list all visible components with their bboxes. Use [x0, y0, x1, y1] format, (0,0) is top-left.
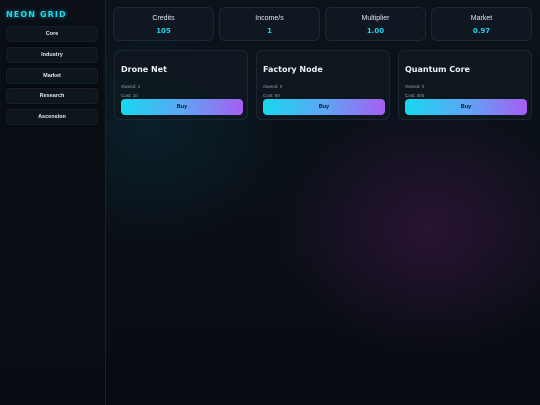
stat-value: 1 — [267, 27, 272, 35]
building-cost: Cost: 60 — [263, 93, 280, 98]
building-name: Drone Net — [121, 65, 167, 74]
nav-menu: Core Industry Market Research Ascension — [6, 26, 98, 130]
building-card-drone-net: Drone Net Owned: 1 Cost: 10 Buy — [114, 50, 248, 120]
nav-item-ascension[interactable]: Ascension — [6, 109, 98, 126]
sidebar: NEON GRID Core Industry Market Research … — [0, 0, 106, 405]
nav-item-research[interactable]: Research — [6, 88, 98, 105]
building-name: Quantum Core — [405, 65, 470, 74]
stat-value: 105 — [156, 27, 171, 35]
building-owned: Owned: 0 — [405, 84, 425, 89]
stat-card-multiplier: Multiplier 1.00 — [325, 7, 426, 41]
building-cost: Cost: 10 — [121, 93, 138, 98]
buy-button[interactable]: Buy — [405, 99, 527, 115]
building-card-factory-node: Factory Node Owned: 0 Cost: 60 Buy — [256, 50, 390, 120]
app-logo-title: NEON GRID — [6, 10, 67, 19]
nav-item-industry[interactable]: Industry — [6, 46, 98, 63]
game-screen: NEON GRID Core Industry Market Research … — [0, 0, 540, 405]
stat-label: Market — [470, 15, 493, 22]
nav-item-core[interactable]: Core — [6, 26, 98, 42]
stat-value: 1.00 — [366, 27, 385, 35]
stat-card-income: Income/s 1 — [219, 7, 320, 41]
nav-item-market[interactable]: Market — [6, 67, 98, 84]
stat-card-market: Market 0.97 — [431, 7, 532, 41]
stat-label: Credits — [152, 15, 175, 22]
building-name: Factory Node — [263, 65, 323, 74]
stat-card-credits: Credits 105 — [113, 7, 214, 41]
stat-value: 0.97 — [472, 27, 491, 35]
stat-label: Income/s — [255, 15, 284, 22]
buy-button[interactable]: Buy — [263, 99, 385, 115]
building-card-quantum-core: Quantum Core Owned: 0 Cost: 400 Buy — [398, 50, 532, 120]
stat-label: Multiplier — [361, 15, 390, 22]
building-cost: Cost: 400 — [405, 93, 425, 98]
building-owned: Owned: 0 — [263, 84, 283, 89]
building-owned: Owned: 1 — [121, 84, 141, 89]
buy-button[interactable]: Buy — [121, 99, 243, 115]
